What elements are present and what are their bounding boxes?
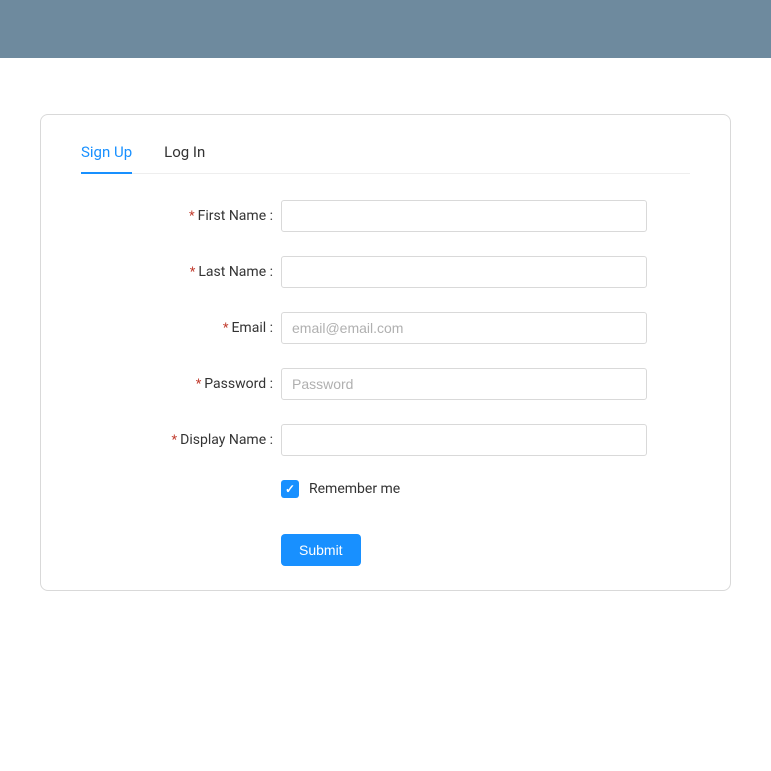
tab-signup[interactable]: Sign Up (81, 143, 132, 173)
first-name-input[interactable] (281, 200, 647, 232)
display-name-label-text: Display Name : (180, 432, 273, 448)
tab-login[interactable]: Log In (164, 143, 205, 173)
first-name-label: *First Name : (81, 208, 281, 224)
required-star-icon: * (190, 265, 196, 280)
remember-label: Remember me (309, 481, 400, 497)
row-password: *Password : (81, 368, 690, 400)
row-last-name: *Last Name : (81, 256, 690, 288)
display-name-label: *Display Name : (81, 432, 281, 448)
password-label: *Password : (81, 376, 281, 392)
required-star-icon: * (223, 321, 229, 336)
row-first-name: *First Name : (81, 200, 690, 232)
row-remember: ✓ Remember me (281, 480, 690, 498)
email-label-text: Email : (231, 320, 273, 336)
email-input[interactable] (281, 312, 647, 344)
last-name-label: *Last Name : (81, 264, 281, 280)
password-input[interactable] (281, 368, 647, 400)
header-bar (0, 0, 771, 58)
required-star-icon: * (172, 433, 178, 448)
last-name-input[interactable] (281, 256, 647, 288)
email-label: *Email : (81, 320, 281, 336)
password-label-text: Password : (204, 376, 273, 392)
submit-button[interactable]: Submit (281, 534, 361, 566)
row-display-name: *Display Name : (81, 424, 690, 456)
form-card: Sign Up Log In *First Name : *Last Name … (40, 114, 731, 591)
display-name-input[interactable] (281, 424, 647, 456)
tabs: Sign Up Log In (81, 143, 690, 174)
required-star-icon: * (189, 209, 195, 224)
check-icon: ✓ (285, 483, 295, 495)
last-name-label-text: Last Name : (198, 264, 273, 280)
row-email: *Email : (81, 312, 690, 344)
row-submit: Submit (281, 534, 690, 566)
required-star-icon: * (196, 377, 202, 392)
remember-checkbox[interactable]: ✓ (281, 480, 299, 498)
first-name-label-text: First Name : (198, 208, 273, 224)
